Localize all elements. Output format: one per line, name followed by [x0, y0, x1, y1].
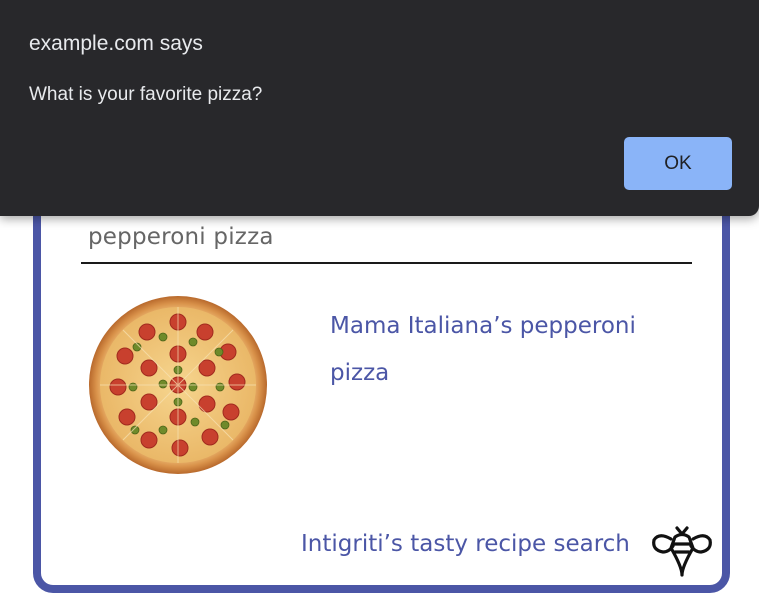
search-input[interactable]: pepperoni pizza: [88, 224, 274, 250]
pepperoni-pizza-image[interactable]: [85, 292, 271, 478]
ok-button[interactable]: OK: [624, 137, 732, 190]
recipe-result-link[interactable]: Mama Italiana’s pepperoni pizza: [330, 310, 670, 404]
alert-message-text: What is your favorite pizza?: [29, 84, 263, 105]
alert-dialog: example.com says What is your favorite p…: [0, 0, 759, 216]
alert-origin-text: example.com says: [29, 32, 203, 55]
site-title: Intigriti’s tasty recipe search: [301, 531, 630, 557]
bee-logo-icon: [652, 526, 712, 577]
search-underline: [81, 262, 692, 264]
